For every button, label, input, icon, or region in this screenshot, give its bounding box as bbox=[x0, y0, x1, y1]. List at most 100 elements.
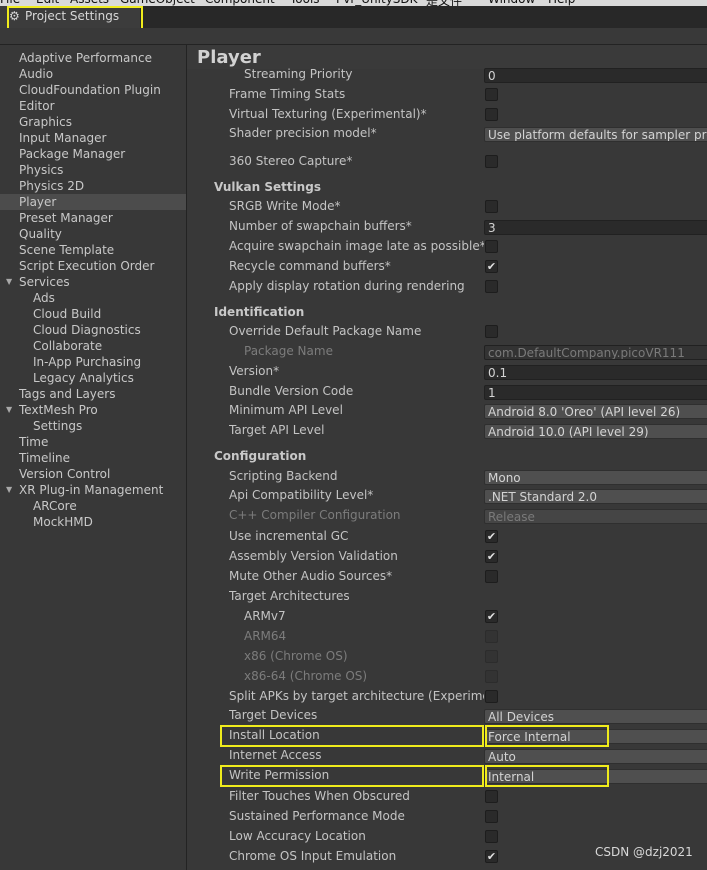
sidebar-item-cloud-diagnostics[interactable]: Cloud Diagnostics bbox=[0, 322, 186, 338]
sidebar-item-quality[interactable]: Quality bbox=[0, 226, 186, 242]
sidebar-item-cloudfoundation-plugin[interactable]: CloudFoundation Plugin bbox=[0, 82, 186, 98]
section-vulkan-settings[interactable]: Vulkan Settings bbox=[214, 180, 321, 194]
sidebar-item-label: TextMesh Pro bbox=[19, 403, 98, 417]
checkbox-assembly-version-validation[interactable]: ✔ bbox=[485, 550, 498, 563]
dropdown-api-compatibility-level[interactable]: .NET Standard 2.0 bbox=[484, 489, 707, 504]
window-title-bar: ⚙ Project Settings bbox=[0, 6, 707, 28]
label-arm64: ARM64 bbox=[244, 629, 287, 643]
label-shader-precision-model: Shader precision model* bbox=[229, 126, 377, 140]
dropdown-target-devices[interactable]: All Devices bbox=[484, 709, 707, 724]
checkmark-icon: ✔ bbox=[486, 550, 497, 563]
checkbox-sustained-performance-mode[interactable] bbox=[485, 810, 498, 823]
dropdown-internet-access[interactable]: Auto bbox=[484, 749, 707, 764]
checkbox-arm64 bbox=[485, 630, 498, 643]
dropdown-minimum-api-level[interactable]: Android 8.0 'Oreo' (API level 26) bbox=[484, 404, 707, 419]
sidebar-item-physics[interactable]: Physics bbox=[0, 162, 186, 178]
label-number-of-swapchain-buffers: Number of swapchain buffers* bbox=[229, 219, 412, 233]
input-version[interactable]: 0.1 bbox=[484, 365, 707, 380]
label-split-apks-by-target-architecture-experimental: Split APKs by target architecture (Exper… bbox=[229, 689, 484, 703]
checkmark-icon: ✔ bbox=[486, 260, 497, 273]
sidebar-item-package-manager[interactable]: Package Manager bbox=[0, 146, 186, 162]
checkbox-recycle-command-buffers[interactable]: ✔ bbox=[485, 260, 498, 273]
label-armv7: ARMv7 bbox=[244, 609, 286, 623]
label-frame-timing-stats: Frame Timing Stats bbox=[229, 87, 346, 101]
sidebar-item-adaptive-performance[interactable]: Adaptive Performance bbox=[0, 50, 186, 66]
sidebar-item-legacy-analytics[interactable]: Legacy Analytics bbox=[0, 370, 186, 386]
sidebar-item-audio[interactable]: Audio bbox=[0, 66, 186, 82]
checkbox-virtual-texturing-experimental[interactable] bbox=[485, 108, 498, 121]
dropdown-scripting-backend[interactable]: Mono bbox=[484, 470, 707, 485]
checkbox-srgb-write-mode[interactable] bbox=[485, 200, 498, 213]
sidebar-item-scene-template[interactable]: Scene Template bbox=[0, 242, 186, 258]
dropdown-shader-precision-model[interactable]: Use platform defaults for sampler precis… bbox=[484, 127, 707, 142]
label-x86-64-chrome-os: x86-64 (Chrome OS) bbox=[244, 669, 368, 683]
label-filter-touches-when-obscured: Filter Touches When Obscured bbox=[229, 789, 410, 803]
section-configuration[interactable]: Configuration bbox=[214, 449, 306, 463]
checkbox-mute-other-audio-sources[interactable] bbox=[485, 570, 498, 583]
checkbox-chrome-os-input-emulation[interactable]: ✔ bbox=[485, 850, 498, 863]
sidebar-item-cloud-build[interactable]: Cloud Build bbox=[0, 306, 186, 322]
panel-header bbox=[187, 45, 707, 69]
project-settings-tab[interactable]: ⚙ Project Settings bbox=[0, 6, 140, 28]
sidebar-item-label: Cloud Build bbox=[33, 307, 102, 321]
checkbox-armv7[interactable]: ✔ bbox=[485, 610, 498, 623]
sidebar-item-label: Tags and Layers bbox=[19, 387, 116, 401]
sidebar-item-time[interactable]: Time bbox=[0, 434, 186, 450]
sidebar-item-script-execution-order[interactable]: Script Execution Order bbox=[0, 258, 186, 274]
input-number-of-swapchain-buffers[interactable]: 3 bbox=[484, 220, 707, 235]
section-identification[interactable]: Identification bbox=[214, 305, 304, 319]
sidebar-item-textmesh-pro[interactable]: ▼ TextMesh Pro bbox=[0, 402, 186, 418]
label-write-permission: Write Permission bbox=[229, 768, 330, 782]
sidebar-item-mockhmd[interactable]: MockHMD bbox=[0, 514, 186, 530]
label-scripting-backend: Scripting Backend bbox=[229, 469, 338, 483]
checkbox-use-incremental-gc[interactable]: ✔ bbox=[485, 530, 498, 543]
label-override-default-package-name: Override Default Package Name bbox=[229, 324, 422, 338]
sidebar-item-graphics[interactable]: Graphics bbox=[0, 114, 186, 130]
checkbox-360-stereo-capture[interactable] bbox=[485, 155, 498, 168]
input-bundle-version-code[interactable]: 1 bbox=[484, 385, 707, 400]
sidebar-item-xr-plug-in-management[interactable]: ▼ XR Plug-in Management bbox=[0, 482, 186, 498]
sidebar-item-editor[interactable]: Editor bbox=[0, 98, 186, 114]
input-streaming-priority[interactable]: 0 bbox=[484, 68, 707, 83]
sidebar-item-collaborate[interactable]: Collaborate bbox=[0, 338, 186, 354]
sidebar-item-label: Legacy Analytics bbox=[33, 371, 134, 385]
sidebar-item-physics-2d[interactable]: Physics 2D bbox=[0, 178, 186, 194]
sidebar-item-input-manager[interactable]: Input Manager bbox=[0, 130, 186, 146]
dropdown-target-api-level[interactable]: Android 10.0 (API level 29) bbox=[484, 424, 707, 439]
sidebar-item-version-control[interactable]: Version Control bbox=[0, 466, 186, 482]
label-360-stereo-capture: 360 Stereo Capture* bbox=[229, 154, 353, 168]
checkbox-frame-timing-stats[interactable] bbox=[485, 88, 498, 101]
sidebar-item-settings[interactable]: Settings bbox=[0, 418, 186, 434]
checkbox-split-apks-by-target-architecture-experimental[interactable] bbox=[485, 690, 498, 703]
dropdown-install-location[interactable]: Force Internal bbox=[484, 729, 707, 744]
sidebar-item-in-app-purchasing[interactable]: In-App Purchasing bbox=[0, 354, 186, 370]
sidebar-item-preset-manager[interactable]: Preset Manager bbox=[0, 210, 186, 226]
sidebar-item-services[interactable]: ▼ Services bbox=[0, 274, 186, 290]
sidebar-item-label: Package Manager bbox=[19, 147, 126, 161]
checkbox-low-accuracy-location[interactable] bbox=[485, 830, 498, 843]
expand-arrow-icon[interactable]: ▼ bbox=[6, 482, 12, 498]
sidebar-item-label: Time bbox=[19, 435, 49, 449]
sidebar-item-arcore[interactable]: ARCore bbox=[0, 498, 186, 514]
dropdown-c-compiler-configuration: Release bbox=[484, 509, 707, 524]
sidebar-item-tags-and-layers[interactable]: Tags and Layers bbox=[0, 386, 186, 402]
sidebar-item-ads[interactable]: Ads bbox=[0, 290, 186, 306]
checkmark-icon: ✔ bbox=[486, 530, 497, 543]
label-apply-display-rotation-during-rendering: Apply display rotation during rendering bbox=[229, 279, 465, 293]
checkbox-override-default-package-name[interactable] bbox=[485, 325, 498, 338]
player-settings-panel: Player Streaming Priority 0 Frame Timing S… bbox=[187, 45, 707, 870]
sidebar-item-label: Scene Template bbox=[19, 243, 115, 257]
expand-arrow-icon[interactable]: ▼ bbox=[6, 274, 12, 290]
expand-arrow-icon[interactable]: ▼ bbox=[6, 402, 12, 418]
label-use-incremental-gc: Use incremental GC bbox=[229, 529, 349, 543]
sidebar-item-label: Ads bbox=[33, 291, 55, 305]
sidebar-item-player[interactable]: Player bbox=[0, 194, 186, 210]
checkbox-acquire-swapchain-image-late-as-possible[interactable] bbox=[485, 240, 498, 253]
checkbox-filter-touches-when-obscured[interactable] bbox=[485, 790, 498, 803]
sidebar-item-timeline[interactable]: Timeline bbox=[0, 450, 186, 466]
checkbox-apply-display-rotation-during-rendering[interactable] bbox=[485, 280, 498, 293]
sidebar-item-label: MockHMD bbox=[33, 515, 93, 529]
label-x86-chrome-os: x86 (Chrome OS) bbox=[244, 649, 348, 663]
dropdown-write-permission[interactable]: Internal bbox=[484, 769, 707, 784]
checkbox-x86-64-chrome-os bbox=[485, 670, 498, 683]
